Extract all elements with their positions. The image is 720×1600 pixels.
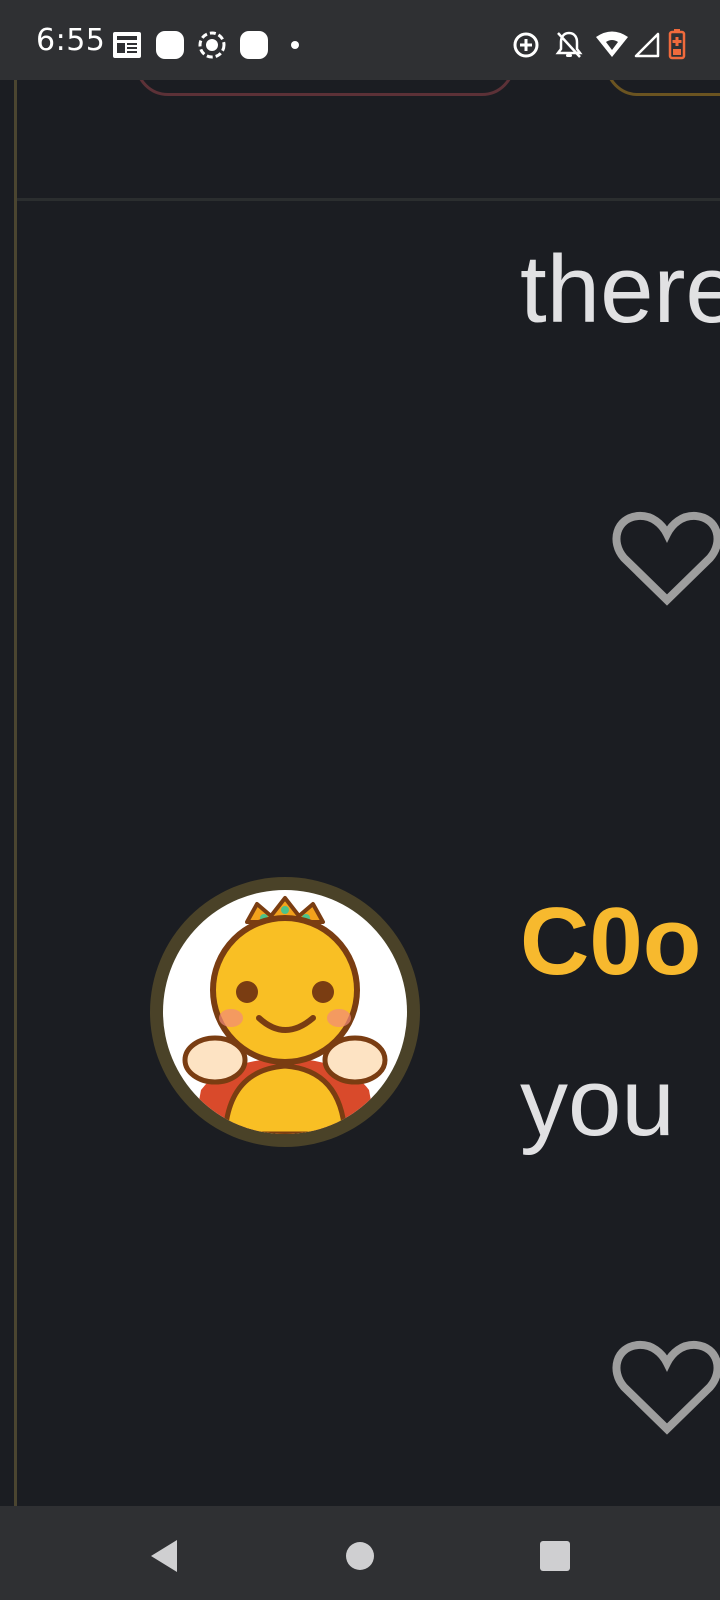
- status-bar: 6:55: [0, 0, 720, 80]
- like-heart-icon[interactable]: [612, 1337, 720, 1437]
- divider: [17, 198, 720, 201]
- action-pill-button[interactable]: [605, 80, 720, 96]
- wifi-icon: [596, 31, 628, 57]
- navigation-bar: [0, 1506, 720, 1600]
- avatar[interactable]: [150, 877, 420, 1147]
- status-time: 6:55: [36, 23, 106, 58]
- thread-rail: [14, 80, 17, 1506]
- action-pill-button[interactable]: [135, 80, 515, 96]
- notification-dot-icon: [291, 41, 299, 49]
- home-icon[interactable]: [340, 1536, 380, 1576]
- news-icon: [113, 32, 141, 58]
- app-icon: [156, 31, 184, 59]
- screen-record-icon: [198, 31, 226, 59]
- notifications-off-icon: [555, 31, 583, 58]
- back-icon[interactable]: [145, 1536, 185, 1576]
- like-heart-icon[interactable]: [612, 508, 720, 608]
- cell-signal-icon: [634, 32, 660, 58]
- app-icon: [240, 31, 268, 59]
- data-saver-icon: [513, 32, 539, 58]
- comment-text: you: [520, 1049, 675, 1156]
- comment-feed[interactable]: there C0o you: [0, 80, 720, 1506]
- comment-text: there: [520, 236, 720, 343]
- comment-username[interactable]: C0o: [520, 887, 701, 997]
- recents-icon[interactable]: [535, 1536, 575, 1576]
- battery-low-icon: [668, 29, 686, 60]
- mascot-avatar-icon: [182, 896, 388, 1134]
